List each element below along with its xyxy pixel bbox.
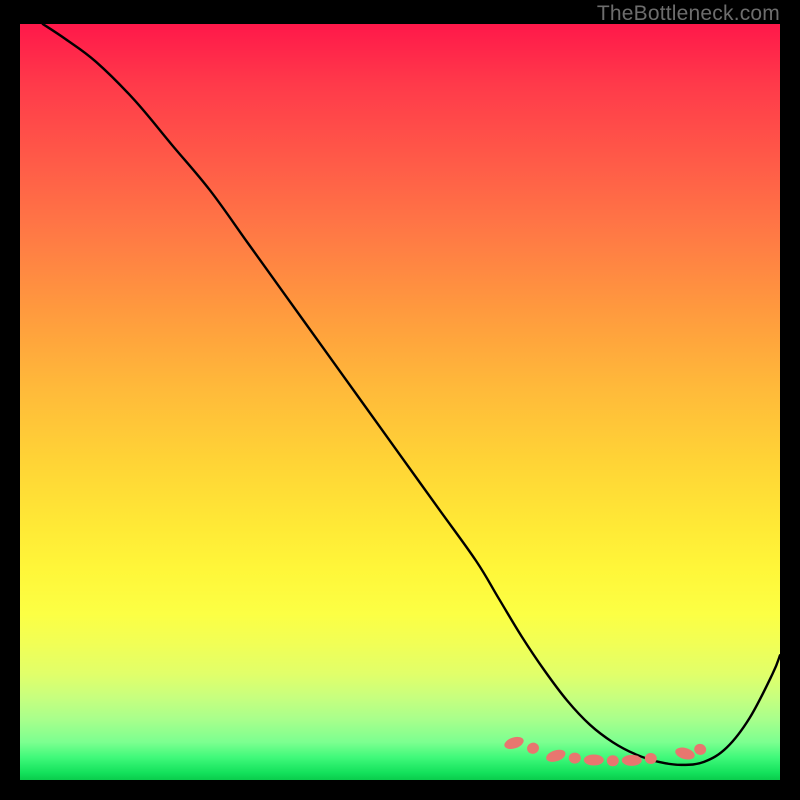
- curve-marker: [693, 742, 708, 756]
- curve-marker: [584, 754, 604, 765]
- bottleneck-curve: [43, 24, 780, 765]
- chart-frame: TheBottleneck.com: [0, 0, 800, 800]
- curve-marker: [526, 741, 541, 755]
- chart-svg: [20, 24, 780, 780]
- plot-area: [20, 24, 780, 780]
- curve-marker: [622, 755, 642, 766]
- curve-marker: [607, 755, 619, 766]
- curve-marker: [545, 747, 567, 764]
- curve-marker: [503, 735, 525, 752]
- curve-marker: [674, 745, 696, 761]
- marker-group: [503, 735, 708, 767]
- watermark-label: TheBottleneck.com: [597, 2, 780, 26]
- curve-marker: [645, 753, 657, 764]
- curve-marker: [569, 753, 581, 764]
